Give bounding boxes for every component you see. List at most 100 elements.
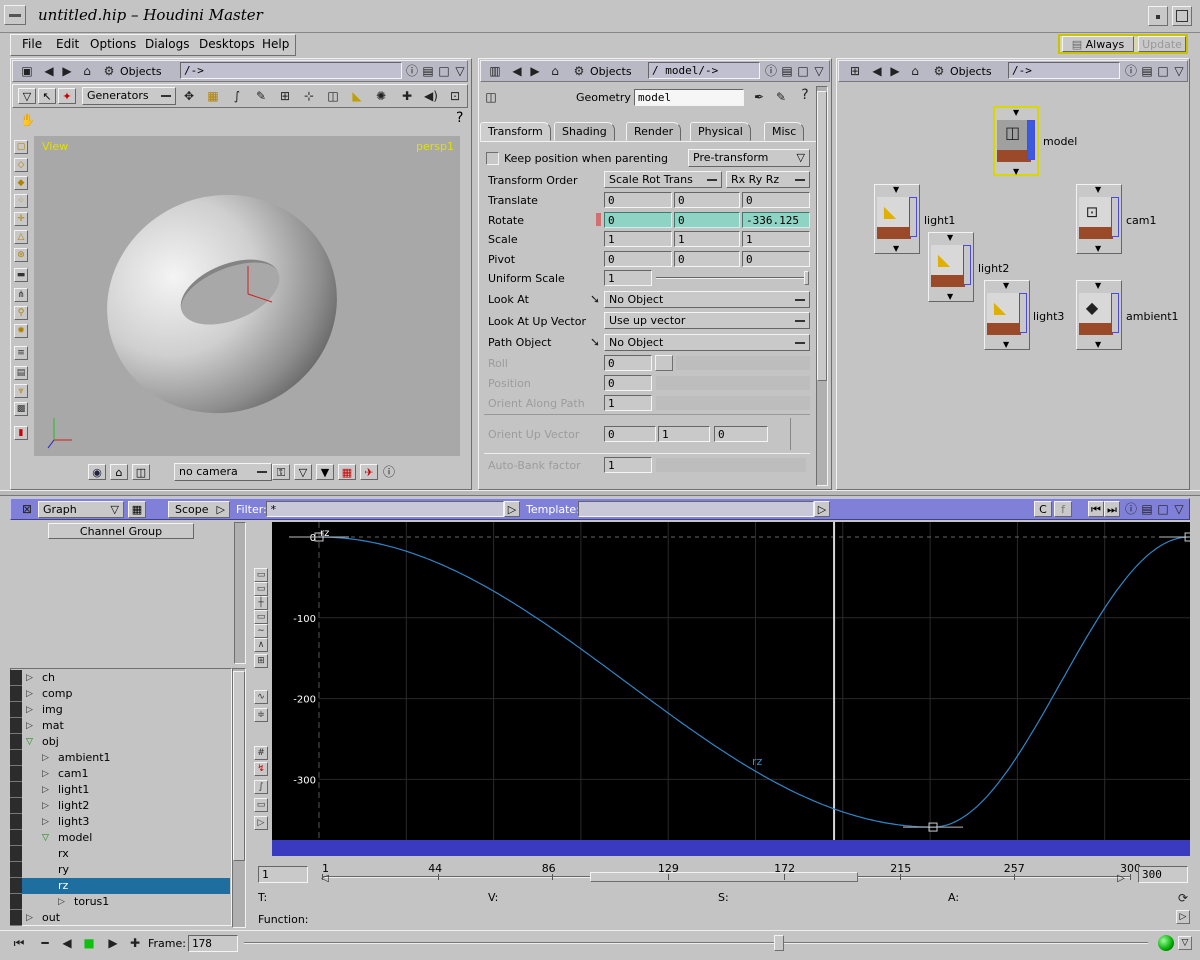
- wireframe-icon[interactable]: ◇: [14, 158, 28, 172]
- scale-x-field[interactable]: 1: [604, 231, 672, 247]
- node-ambient1[interactable]: ▼ ◆ ▼: [1076, 280, 1122, 350]
- network-max-icon[interactable]: □: [1156, 64, 1170, 78]
- step-back-icon[interactable]: ━: [38, 936, 52, 950]
- look-at-arrow-icon[interactable]: ➘: [588, 292, 602, 306]
- range-selection[interactable]: [590, 872, 858, 882]
- chevron-down-icon[interactable]: ⩔: [14, 384, 28, 398]
- expanded-icon[interactable]: ▽: [42, 830, 49, 846]
- pane-type-icon[interactable]: ▣: [20, 64, 34, 78]
- menu-options[interactable]: Options: [90, 37, 136, 52]
- frame-field[interactable]: 178: [188, 935, 238, 952]
- viewer-path-field[interactable]: /->: [180, 62, 402, 79]
- tab-transform[interactable]: Transform: [480, 122, 551, 141]
- sop-tool-icon[interactable]: ⊞: [278, 89, 292, 103]
- play-reverse-icon[interactable]: ◀: [60, 936, 74, 950]
- params-scrollbar[interactable]: [816, 86, 828, 486]
- tree-item-light2[interactable]: ▷ light2: [10, 798, 230, 814]
- params-info-icon[interactable]: ⓘ: [764, 64, 778, 78]
- viewer-help[interactable]: ?: [456, 111, 463, 126]
- grid-tool-icon[interactable]: ▦: [206, 89, 220, 103]
- filter-input[interactable]: *: [266, 501, 504, 517]
- path-object-arrow-icon[interactable]: ➘: [588, 335, 602, 349]
- tree-item-light1[interactable]: ▷ light1: [10, 782, 230, 798]
- scale-y-field[interactable]: 1: [674, 231, 740, 247]
- rotate-z-field[interactable]: -336.125: [742, 212, 810, 228]
- cross-tool-icon[interactable]: ✚: [400, 89, 414, 103]
- display-toggle-icon[interactable]: ▢: [14, 140, 28, 154]
- range-start-field[interactable]: 1: [258, 866, 308, 883]
- network-back-icon[interactable]: ◀: [870, 64, 884, 78]
- rotate-keyframe-marker[interactable]: [596, 213, 601, 226]
- keep-position-checkbox[interactable]: [486, 152, 499, 165]
- pivot-x-field[interactable]: 0: [604, 251, 672, 267]
- uniform-scale-field[interactable]: 1: [604, 270, 652, 286]
- channel-split-icon[interactable]: ▤: [1140, 502, 1154, 516]
- params-split-icon[interactable]: ▤: [780, 64, 794, 78]
- pencil-icon[interactable]: ✎: [774, 90, 788, 104]
- collapsed-icon[interactable]: ▷: [26, 670, 33, 686]
- channel-first-button[interactable]: ⏮: [1088, 501, 1104, 517]
- template-apply-button[interactable]: ▷: [814, 501, 830, 517]
- normals-icon[interactable]: ✛: [14, 212, 28, 226]
- spot-tool-icon[interactable]: ✺: [374, 89, 388, 103]
- network-pin-icon[interactable]: ⌂: [908, 64, 922, 78]
- stop-icon[interactable]: ■: [82, 936, 96, 950]
- pretransform-menu[interactable]: Pre-transform ▽: [688, 149, 810, 167]
- tree-item-light3[interactable]: ▷ light3: [10, 814, 230, 830]
- f-button[interactable]: f: [1054, 501, 1072, 517]
- op-name-field[interactable]: model: [634, 89, 744, 106]
- camera-mode-label[interactable]: persp1: [416, 139, 454, 154]
- filter-apply-button[interactable]: ▷: [504, 501, 520, 517]
- node-light2[interactable]: ▼ ◣ ▼: [928, 232, 974, 302]
- playbar-menu-icon[interactable]: ▽: [1178, 936, 1192, 950]
- shaded-icon[interactable]: ◆: [14, 176, 28, 190]
- menu-desktops[interactable]: Desktops: [199, 37, 255, 52]
- timeline-thumb[interactable]: [774, 935, 784, 951]
- tree-item-ambient1[interactable]: ▷ ambient1: [10, 750, 230, 766]
- graph-smooth-icon[interactable]: ∫: [254, 780, 268, 794]
- curve-tool-icon[interactable]: ∫: [230, 89, 244, 103]
- params-path-field[interactable]: / model/->: [648, 62, 760, 79]
- network-canvas[interactable]: ▼ ◫ ▼ model ▼ ◣ ▼ light1 ▼ ◣ ▼ light2 ▼ …: [840, 86, 1186, 486]
- scale-z-field[interactable]: 1: [742, 231, 810, 247]
- channel-editor-icon[interactable]: ⊠: [20, 502, 34, 516]
- params-pane-icon[interactable]: ▥: [488, 64, 502, 78]
- realtime-indicator-icon[interactable]: [1158, 935, 1174, 951]
- camera-tool-icon[interactable]: ⊡: [448, 89, 462, 103]
- update-button[interactable]: Update: [1138, 36, 1186, 52]
- collapsed-icon[interactable]: ▷: [26, 718, 33, 734]
- toolset-select[interactable]: Generators: [82, 87, 176, 105]
- point-tool-icon[interactable]: ⊹: [302, 89, 316, 103]
- tree-item-cam1[interactable]: ▷ cam1: [10, 766, 230, 782]
- collapsed-icon[interactable]: ▷: [42, 766, 49, 782]
- menu-help[interactable]: Help: [262, 37, 289, 52]
- points-icon[interactable]: ⁘: [14, 194, 28, 208]
- params-menu-icon[interactable]: ▽: [812, 64, 826, 78]
- params-pin-icon[interactable]: ⌂: [548, 64, 562, 78]
- graph-tangent-icon[interactable]: ↯: [254, 762, 268, 776]
- collapsed-icon[interactable]: ▷: [26, 686, 33, 702]
- go-start-icon[interactable]: ⏮: [12, 936, 26, 950]
- c-button[interactable]: C: [1034, 501, 1052, 517]
- hand-icon[interactable]: ✋: [20, 113, 35, 127]
- channel-group-button[interactable]: Channel Group: [48, 523, 194, 539]
- menu-dialogs[interactable]: Dialogs: [145, 37, 189, 52]
- forward-arrow-icon[interactable]: ▶: [60, 64, 74, 78]
- graph-select-icon[interactable]: ▭: [254, 582, 268, 596]
- network-menu-icon[interactable]: ▽: [1172, 64, 1186, 78]
- collapsed-icon[interactable]: ▷: [26, 910, 33, 926]
- collapsed-icon[interactable]: ▷: [58, 894, 65, 910]
- spreadsheet-toggle[interactable]: ▦: [128, 501, 146, 518]
- graph-grid-icon[interactable]: ┼: [254, 596, 268, 610]
- graph-frame-icon[interactable]: ▭: [254, 568, 268, 582]
- node-light1[interactable]: ▼ ◣ ▼: [874, 184, 920, 254]
- prims-icon[interactable]: △: [14, 230, 28, 244]
- uniform-scale-slider-thumb[interactable]: [804, 271, 809, 285]
- layers-icon[interactable]: ▬: [14, 268, 28, 282]
- light-tool-icon[interactable]: ◣: [350, 89, 364, 103]
- draw-tool-icon[interactable]: ✎: [254, 89, 268, 103]
- graph-zoom-icon[interactable]: ⊞: [254, 654, 268, 668]
- handle-button[interactable]: ✦: [58, 88, 76, 104]
- maximize-pane-icon[interactable]: □: [437, 64, 451, 78]
- move-tool-icon[interactable]: ✥: [182, 89, 196, 103]
